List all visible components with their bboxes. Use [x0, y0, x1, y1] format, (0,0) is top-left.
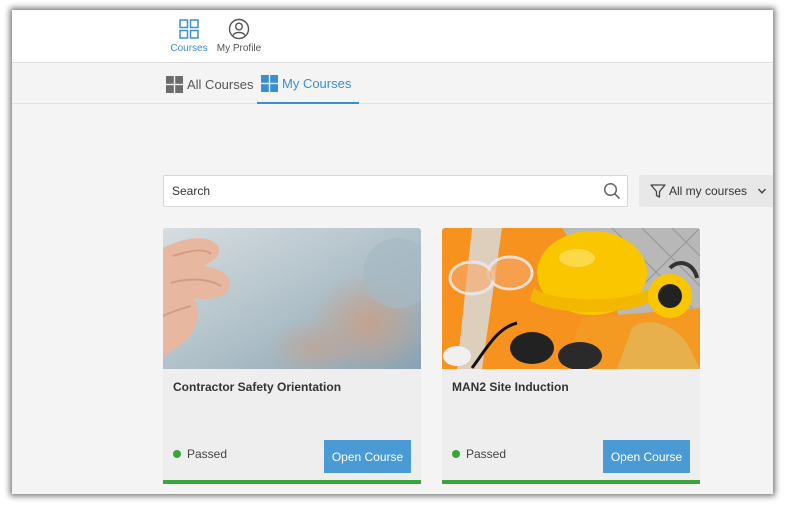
course-status: Passed [173, 447, 227, 461]
app-window: Courses My Profile All Courses My Course… [12, 10, 773, 494]
nav-my-profile[interactable]: My Profile [216, 18, 262, 54]
course-card: MAN2 Site Induction Passed Open Course [442, 228, 700, 484]
filter-dropdown[interactable]: All my courses [639, 175, 773, 207]
tab-all-courses[interactable]: All Courses [166, 64, 253, 104]
grid-squares-icon [166, 75, 183, 93]
filter-icon [650, 184, 666, 198]
search-box [163, 175, 628, 207]
nav-my-profile-label: My Profile [216, 43, 262, 54]
course-title: Contractor Safety Orientation [173, 380, 342, 394]
course-image-hands [163, 228, 421, 369]
top-navigation: Courses My Profile [12, 10, 773, 63]
nav-courses-label: Courses [170, 43, 208, 54]
chevron-down-icon [758, 188, 767, 194]
grid-icon [179, 19, 199, 39]
course-tabs: All Courses My Courses [12, 64, 773, 104]
filter-label: All my courses [669, 184, 748, 198]
course-card: Contractor Safety Orientation Passed Ope… [163, 228, 421, 484]
user-circle-icon [228, 18, 250, 40]
course-status: Passed [452, 447, 506, 461]
search-icon[interactable] [603, 182, 621, 200]
course-image-safety-gear [442, 228, 700, 369]
nav-courses[interactable]: Courses [170, 18, 208, 54]
course-title: MAN2 Site Induction [452, 380, 569, 394]
open-course-button[interactable]: Open Course [603, 440, 690, 473]
course-status-label: Passed [466, 447, 507, 461]
status-dot-icon [452, 450, 460, 458]
status-dot-icon [173, 450, 181, 458]
course-status-label: Passed [187, 447, 228, 461]
tab-my-courses[interactable]: My Courses [257, 64, 360, 104]
tab-my-courses-label: My Courses [282, 75, 352, 91]
course-progress-bar [442, 480, 700, 484]
grid-squares-icon [261, 74, 278, 92]
tab-all-courses-label: All Courses [187, 76, 254, 92]
search-input[interactable] [164, 176, 594, 206]
open-course-button[interactable]: Open Course [324, 440, 411, 473]
course-progress-bar [163, 480, 421, 484]
